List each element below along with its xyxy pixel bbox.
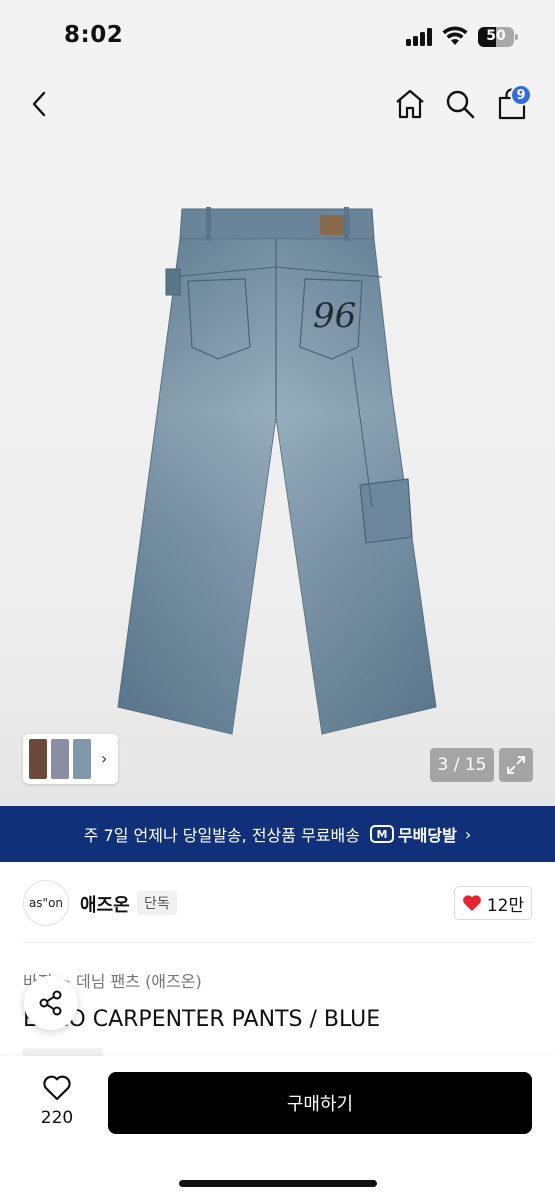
pocket-logo: 96 bbox=[313, 296, 356, 336]
brand-logo[interactable]: as"on bbox=[23, 880, 69, 926]
product-gallery[interactable]: 9 96 › 3 / 15 bbox=[0, 72, 555, 806]
thumbnail-image[interactable] bbox=[29, 739, 47, 779]
delivery-logo-icon: M bbox=[369, 825, 394, 843]
shipping-banner[interactable]: 주 7일 언제나 당일발송, 전상품 무료배송 M 무배당발 › bbox=[0, 806, 555, 862]
heart-filled-icon bbox=[462, 895, 481, 911]
banner-badge: 무배당발 bbox=[397, 826, 457, 845]
brand-like-button[interactable]: 12만 bbox=[454, 886, 532, 920]
thumbnail-image[interactable] bbox=[73, 739, 91, 779]
back-button[interactable] bbox=[18, 82, 62, 126]
expand-icon bbox=[507, 756, 525, 774]
wish-button[interactable]: 220 bbox=[30, 1074, 84, 1128]
brand-like-count: 12만 bbox=[486, 895, 525, 916]
chevron-right-icon: › bbox=[464, 824, 472, 844]
brand-row[interactable]: as"on 애즈온 단독 12만 bbox=[0, 862, 555, 942]
home-icon bbox=[396, 89, 424, 119]
search-button[interactable] bbox=[438, 82, 482, 126]
share-button[interactable] bbox=[24, 976, 78, 1030]
thumbnail-strip[interactable]: › bbox=[23, 734, 118, 784]
image-counter: 3 / 15 bbox=[430, 748, 494, 782]
battery-text: 50 bbox=[486, 28, 506, 44]
wifi-icon bbox=[442, 26, 468, 45]
product-page: 8:02 50 9 96 › 3 / 15 주 7일 언제나 당일발송, 전상품… bbox=[0, 0, 555, 1200]
heart-outline-icon bbox=[43, 1075, 71, 1101]
wish-count: 220 bbox=[40, 1108, 74, 1128]
back-arrow-icon bbox=[32, 91, 46, 117]
share-icon bbox=[39, 990, 62, 1016]
cart-count-badge: 9 bbox=[510, 84, 532, 106]
banner-text: 주 7일 언제나 당일발송, 전상품 무료배송 bbox=[83, 826, 360, 845]
search-icon bbox=[446, 90, 475, 119]
divider bbox=[23, 942, 532, 943]
cellular-signal-icon bbox=[406, 28, 432, 46]
status-bar: 8:02 50 bbox=[0, 0, 555, 72]
product-image-jeans[interactable]: 96 bbox=[110, 207, 445, 737]
thumbnail-image[interactable] bbox=[51, 739, 69, 779]
battery-icon: 50 bbox=[478, 27, 518, 47]
brand-name[interactable]: 애즈온 bbox=[80, 891, 130, 917]
exclusive-tag: 단독 bbox=[137, 891, 177, 915]
status-time: 8:02 bbox=[64, 22, 124, 48]
bottom-action-bar: 220 구매하기 bbox=[0, 1056, 555, 1200]
thumbnail-more-icon[interactable]: › bbox=[101, 749, 107, 768]
expand-button[interactable] bbox=[499, 748, 533, 782]
buy-button[interactable]: 구매하기 bbox=[108, 1072, 532, 1134]
home-button[interactable] bbox=[388, 82, 432, 126]
home-indicator bbox=[179, 1180, 377, 1187]
